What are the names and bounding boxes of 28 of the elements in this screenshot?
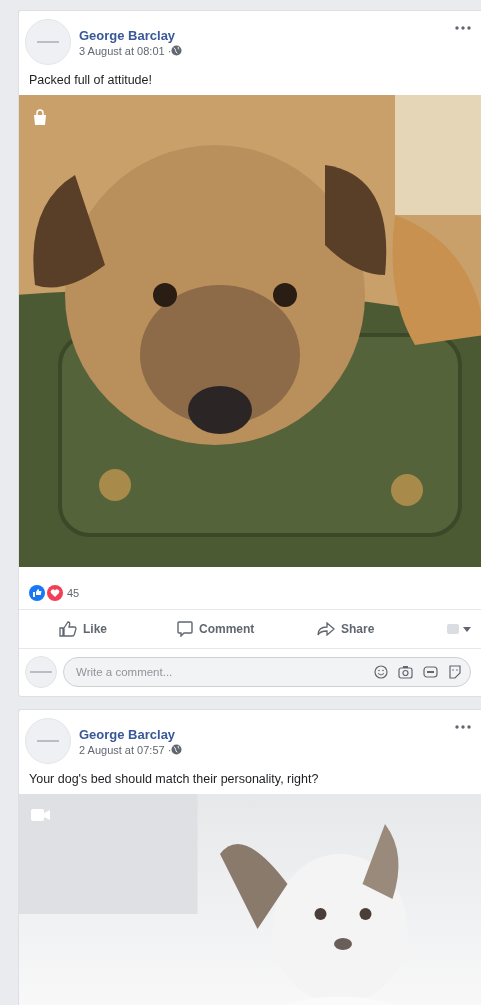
like-reaction-icon — [29, 585, 45, 601]
post-time[interactable]: 3 August at 08:01 · — [79, 44, 447, 57]
audience-selector[interactable] — [447, 624, 471, 634]
post-text: Packed full of attitude! — [28, 72, 153, 89]
author-name[interactable]: George Barclay — [79, 27, 447, 43]
reaction-count[interactable]: 45 — [67, 587, 80, 599]
share-button[interactable]: Share — [317, 622, 427, 636]
comment-button[interactable]: Comment — [177, 621, 317, 637]
love-reaction-icon — [47, 585, 63, 601]
post-time[interactable]: 2 August at 07:57 · — [79, 743, 447, 756]
share-arrow-icon — [317, 622, 335, 636]
sticker-icon[interactable] — [448, 665, 462, 679]
globe-icon — [171, 45, 183, 56]
globe-icon — [171, 744, 183, 755]
smiley-icon[interactable] — [374, 665, 388, 679]
speech-bubble-icon — [177, 621, 193, 637]
video-camera-icon — [31, 808, 51, 822]
comment-field[interactable]: Write a comment... — [63, 657, 471, 687]
thumbs-up-icon — [59, 621, 77, 637]
comment-input[interactable]: Write a comment... — [74, 665, 374, 679]
user-avatar — [25, 656, 57, 688]
page-thumbnail-icon — [447, 624, 459, 634]
caret-icon — [463, 626, 471, 632]
shopping-bag-icon — [31, 109, 49, 127]
post-text: Your dog's bed should match their personality, right? — [28, 771, 320, 788]
camera-icon[interactable] — [398, 665, 413, 679]
author-name[interactable]: George Barclay — [79, 726, 447, 742]
like-button[interactable]: Like — [59, 621, 177, 637]
